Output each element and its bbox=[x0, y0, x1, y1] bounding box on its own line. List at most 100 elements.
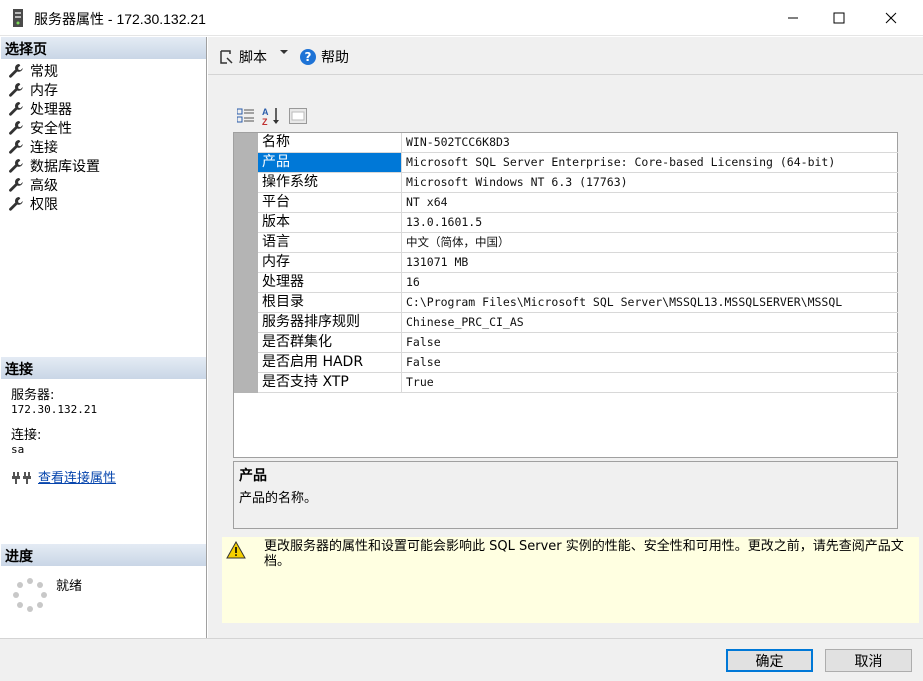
nav-item-label: 连接 bbox=[30, 139, 58, 156]
property-value: True bbox=[406, 375, 434, 389]
window-title: 服务器属性 - 172.30.132.21 bbox=[34, 11, 206, 27]
select-page-header: 选择页 bbox=[1, 37, 206, 59]
property-name: 平台 bbox=[258, 193, 402, 212]
view-connection-properties[interactable]: 查看连接属性 bbox=[12, 467, 116, 486]
help-button[interactable]: ? 帮助 bbox=[300, 47, 349, 67]
warning-text: 更改服务器的属性和设置可能会影响此 SQL Server 实例的性能、安全性和可… bbox=[264, 539, 904, 569]
property-row[interactable]: 产品 Microsoft SQL Server Enterprise: Core-… bbox=[258, 153, 898, 173]
nav-item-label: 数据库设置 bbox=[30, 158, 100, 175]
nav-item-label: 安全性 bbox=[30, 120, 72, 137]
ok-button[interactable]: 确定 bbox=[726, 649, 813, 672]
conn-value: sa bbox=[11, 443, 25, 456]
progress-header: 进度 bbox=[1, 544, 206, 566]
wrench-icon bbox=[9, 139, 23, 154]
dialog-footer: 确定 取消 bbox=[0, 638, 923, 681]
nav-item-label: 内存 bbox=[30, 82, 58, 99]
wrench-icon bbox=[9, 82, 23, 97]
script-label: 脚本 bbox=[239, 50, 267, 66]
sort-az-icon: A Z bbox=[262, 107, 279, 126]
property-value: 16 bbox=[406, 275, 420, 289]
property-name: 版本 bbox=[258, 213, 402, 232]
property-name: 处理器 bbox=[258, 273, 402, 292]
property-row[interactable]: 版本 13.0.1601.5 bbox=[258, 213, 898, 233]
alphabetical-button[interactable]: A Z bbox=[262, 106, 282, 126]
chevron-down-icon bbox=[280, 50, 288, 54]
property-row[interactable]: 服务器排序规则 Chinese_PRC_CI_AS bbox=[258, 313, 898, 333]
server-label: 服务器: bbox=[11, 388, 55, 403]
categorized-button[interactable] bbox=[236, 106, 256, 126]
maximize-button[interactable] bbox=[816, 0, 862, 36]
property-row[interactable]: 平台 NT x64 bbox=[258, 193, 898, 213]
cancel-button[interactable]: 取消 bbox=[825, 649, 912, 672]
help-label: 帮助 bbox=[321, 50, 349, 66]
connection-header: 连接 bbox=[1, 357, 206, 379]
script-button[interactable]: 脚本 bbox=[218, 47, 267, 67]
property-name: 语言 bbox=[258, 233, 402, 252]
property-row[interactable]: 根目录 C:\Program Files\Microsoft SQL Server… bbox=[258, 293, 898, 313]
property-value: False bbox=[406, 355, 441, 369]
title-bar: 服务器属性 - 172.30.132.21 bbox=[0, 0, 923, 36]
minimize-icon bbox=[788, 17, 798, 19]
nav-item[interactable]: 数据库设置 bbox=[8, 156, 100, 175]
nav-item-label: 常规 bbox=[30, 63, 58, 80]
property-row[interactable]: 语言 中文（简体，中国） bbox=[258, 233, 898, 253]
property-name: 名称 bbox=[258, 133, 402, 152]
connection-icon bbox=[12, 471, 31, 484]
conn-label: 连接: bbox=[11, 428, 42, 443]
nav-item-label: 高级 bbox=[30, 177, 58, 194]
left-panel: 选择页 常规 内存 处理器 安全性 连接 数据库设置 高级 权限 连接 服务器: 172.30… bbox=[0, 37, 207, 638]
nav-item-label: 权限 bbox=[30, 196, 58, 213]
nav-item[interactable]: 连接 bbox=[8, 137, 100, 156]
property-value: Microsoft Windows NT 6.3 (17763) bbox=[406, 175, 628, 189]
property-name: 服务器排序规则 bbox=[258, 313, 402, 332]
warning-icon bbox=[226, 541, 246, 559]
close-button[interactable] bbox=[868, 0, 914, 36]
property-value: C:\Program Files\Microsoft SQL Server\MS… bbox=[406, 295, 843, 309]
property-grid-gutter bbox=[234, 133, 258, 393]
property-value: 13.0.1601.5 bbox=[406, 215, 483, 229]
maximize-icon bbox=[833, 12, 845, 24]
property-name: 根目录 bbox=[258, 293, 402, 312]
property-row[interactable]: 名称 WIN-502TCC6K8D3 bbox=[258, 133, 898, 153]
property-grid-toolbar: A Z bbox=[236, 106, 308, 126]
nav-item[interactable]: 内存 bbox=[8, 80, 100, 99]
description-title: 产品 bbox=[239, 468, 267, 484]
property-name: 内存 bbox=[258, 253, 402, 272]
property-value: 131071 MB bbox=[406, 255, 469, 269]
property-value: False bbox=[406, 335, 441, 349]
nav-item[interactable]: 高级 bbox=[8, 175, 100, 194]
server-value: 172.30.132.21 bbox=[11, 403, 98, 416]
progress-status: 就绪 bbox=[56, 579, 83, 594]
wrench-icon bbox=[9, 177, 23, 192]
help-icon: ? bbox=[300, 49, 316, 65]
property-pages-button[interactable] bbox=[288, 106, 308, 126]
description-pane: 产品 产品的名称。 bbox=[233, 461, 898, 529]
nav-item[interactable]: 处理器 bbox=[8, 99, 100, 118]
property-row[interactable]: 是否群集化 False bbox=[258, 333, 898, 353]
property-row[interactable]: 内存 131071 MB bbox=[258, 253, 898, 273]
nav-item[interactable]: 安全性 bbox=[8, 118, 100, 137]
view-connection-link[interactable]: 查看连接属性 bbox=[38, 467, 116, 486]
script-dropdown[interactable] bbox=[279, 47, 289, 57]
categorized-icon bbox=[237, 108, 254, 123]
property-row[interactable]: 处理器 16 bbox=[258, 273, 898, 293]
property-row[interactable]: 操作系统 Microsoft Windows NT 6.3 (17763) bbox=[258, 173, 898, 193]
property-grid: 名称 WIN-502TCC6K8D3 产品 Microsoft SQL Server … bbox=[233, 132, 898, 458]
warning-banner: 更改服务器的属性和设置可能会影响此 SQL Server 实例的性能、安全性和可… bbox=[222, 537, 919, 623]
property-name: 产品 bbox=[258, 153, 402, 172]
nav-item[interactable]: 权限 bbox=[8, 194, 100, 213]
progress-spinner-icon bbox=[13, 578, 47, 612]
toolbar: 脚本 ? 帮助 bbox=[208, 37, 923, 75]
description-text: 产品的名称。 bbox=[239, 491, 318, 506]
property-value: NT x64 bbox=[406, 195, 448, 209]
property-value: Chinese_PRC_CI_AS bbox=[406, 315, 524, 329]
property-name: 是否群集化 bbox=[258, 333, 402, 352]
wrench-icon bbox=[9, 196, 23, 211]
property-value: WIN-502TCC6K8D3 bbox=[406, 135, 510, 149]
nav-item[interactable]: 常规 bbox=[8, 61, 100, 80]
minimize-button[interactable] bbox=[770, 0, 816, 36]
property-pages-icon bbox=[289, 108, 307, 124]
property-row[interactable]: 是否启用 HADR False bbox=[258, 353, 898, 373]
wrench-icon bbox=[9, 101, 23, 116]
property-row[interactable]: 是否支持 XTP True bbox=[258, 373, 898, 393]
